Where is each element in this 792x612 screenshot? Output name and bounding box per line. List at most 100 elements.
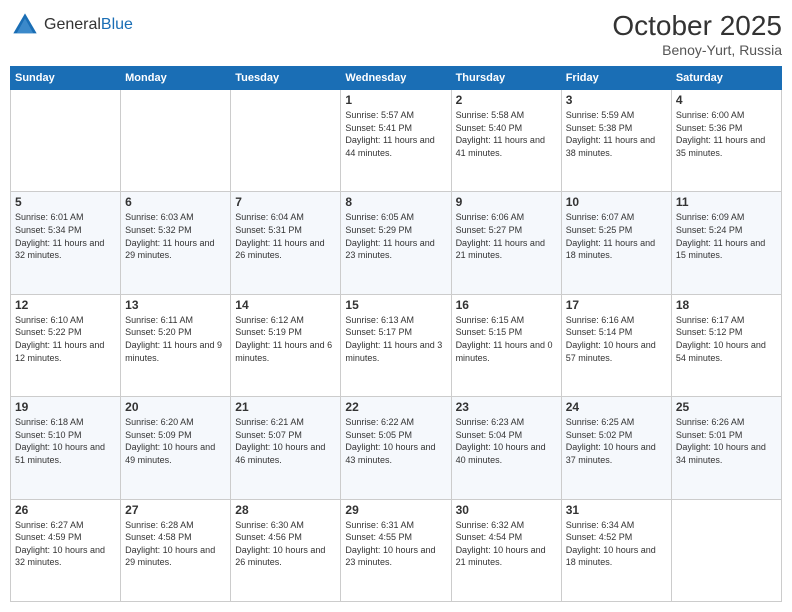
cell-2-2: 14Sunrise: 6:12 AM Sunset: 5:19 PM Dayli… [231,294,341,396]
cell-4-1: 27 Sunrise: 6:28 AM Sunset: 4:58 PM Dayli… [121,499,231,601]
cell-1-4: 9Sunrise: 6:06 AM Sunset: 5:27 PM Daylig… [451,192,561,294]
day-info: Sunrise: 6:11 AM Sunset: 5:20 PM Dayligh… [125,314,226,364]
day-number: 21 [235,400,336,414]
header-friday: Friday [561,67,671,90]
logo-blue: Blue [101,16,133,33]
cell-1-3: 8 Sunrise: 6:05 AM Sunset: 5:29 PM Daylig… [341,192,451,294]
day-number: 15 [345,298,446,312]
cell-3-6: 25 Sunrise: 6:26 AM Sunset: 5:01 PM Dayli… [671,397,781,499]
calendar-page: GeneralBlue October 2025 Benoy-Yurt, Rus… [0,0,792,612]
cell-0-6: 4 Sunrise: 6:00 AM Sunset: 5:36 PM Daylig… [671,90,781,192]
cell-4-2: 28Sunrise: 6:30 AM Sunset: 4:56 PM Dayli… [231,499,341,601]
day-info: Sunrise: 6:16 AM Sunset: 5:14 PM Dayligh… [566,314,667,364]
cell-0-5: 3 Sunrise: 5:59 AM Sunset: 5:38 PM Daylig… [561,90,671,192]
cell-2-4: 16 Sunrise: 6:15 AM Sunset: 5:15 PM Dayli… [451,294,561,396]
day-info: Sunrise: 6:15 AM Sunset: 5:15 PM Dayligh… [456,314,557,364]
day-info: Sunrise: 6:26 AM Sunset: 5:01 PM Dayligh… [676,416,777,466]
cell-3-2: 21 Sunrise: 6:21 AM Sunset: 5:07 PM Dayli… [231,397,341,499]
day-info: Sunrise: 6:09 AM Sunset: 5:24 PM Dayligh… [676,211,777,261]
day-info: Sunrise: 6:21 AM Sunset: 5:07 PM Dayligh… [235,416,336,466]
location-title: Benoy-Yurt, Russia [612,42,782,58]
cell-2-0: 12 Sunrise: 6:10 AM Sunset: 5:22 PM Dayli… [11,294,121,396]
day-number: 3 [566,93,667,107]
cell-0-4: 2 Sunrise: 5:58 AM Sunset: 5:40 PM Daylig… [451,90,561,192]
week-row-0: 1 Sunrise: 5:57 AM Sunset: 5:41 PM Daylig… [11,90,782,192]
day-number: 31 [566,503,667,517]
cell-0-1 [121,90,231,192]
day-number: 4 [676,93,777,107]
day-info: Sunrise: 6:06 AM Sunset: 5:27 PM Dayligh… [456,211,557,261]
day-info: Sunrise: 5:58 AM Sunset: 5:40 PM Dayligh… [456,109,557,159]
day-info: Sunrise: 6:17 AM Sunset: 5:12 PM Dayligh… [676,314,777,364]
header-saturday: Saturday [671,67,781,90]
day-info: Sunrise: 6:00 AM Sunset: 5:36 PM Dayligh… [676,109,777,159]
day-number: 30 [456,503,557,517]
day-number: 26 [15,503,116,517]
day-info: Sunrise: 6:23 AM Sunset: 5:04 PM Dayligh… [456,416,557,466]
cell-0-2 [231,90,341,192]
day-number: 6 [125,195,226,209]
day-info: Sunrise: 6:05 AM Sunset: 5:29 PM Dayligh… [345,211,446,261]
day-number: 1 [345,93,446,107]
day-number: 12 [15,298,116,312]
day-number: 5 [15,195,116,209]
header-tuesday: Tuesday [231,67,341,90]
day-number: 22 [345,400,446,414]
weekday-header-row: Sunday Monday Tuesday Wednesday Thursday… [11,67,782,90]
day-number: 24 [566,400,667,414]
header-wednesday: Wednesday [341,67,451,90]
day-number: 10 [566,195,667,209]
calendar-table: Sunday Monday Tuesday Wednesday Thursday… [10,66,782,602]
day-info: Sunrise: 6:34 AM Sunset: 4:52 PM Dayligh… [566,519,667,569]
day-info: Sunrise: 6:27 AM Sunset: 4:59 PM Dayligh… [15,519,116,569]
title-block: October 2025 Benoy-Yurt, Russia [612,10,782,58]
cell-3-0: 19 Sunrise: 6:18 AM Sunset: 5:10 PM Dayli… [11,397,121,499]
day-info: Sunrise: 6:32 AM Sunset: 4:54 PM Dayligh… [456,519,557,569]
cell-1-0: 5 Sunrise: 6:01 AM Sunset: 5:34 PM Daylig… [11,192,121,294]
day-number: 19 [15,400,116,414]
day-info: Sunrise: 5:57 AM Sunset: 5:41 PM Dayligh… [345,109,446,159]
day-number: 27 [125,503,226,517]
day-info: Sunrise: 6:04 AM Sunset: 5:31 PM Dayligh… [235,211,336,261]
logo-general: General [44,16,101,33]
day-number: 8 [345,195,446,209]
day-number: 29 [345,503,446,517]
day-info: Sunrise: 6:12 AM Sunset: 5:19 PM Dayligh… [235,314,336,364]
day-info: Sunrise: 6:18 AM Sunset: 5:10 PM Dayligh… [15,416,116,466]
month-title: October 2025 [612,10,782,42]
cell-0-3: 1 Sunrise: 5:57 AM Sunset: 5:41 PM Daylig… [341,90,451,192]
day-number: 17 [566,298,667,312]
cell-2-6: 18 Sunrise: 6:17 AM Sunset: 5:12 PM Dayli… [671,294,781,396]
day-number: 25 [676,400,777,414]
day-number: 20 [125,400,226,414]
day-info: Sunrise: 6:20 AM Sunset: 5:09 PM Dayligh… [125,416,226,466]
cell-3-4: 23 Sunrise: 6:23 AM Sunset: 5:04 PM Dayli… [451,397,561,499]
cell-1-1: 6Sunrise: 6:03 AM Sunset: 5:32 PM Daylig… [121,192,231,294]
week-row-2: 12 Sunrise: 6:10 AM Sunset: 5:22 PM Dayli… [11,294,782,396]
day-info: Sunrise: 6:13 AM Sunset: 5:17 PM Dayligh… [345,314,446,364]
day-number: 16 [456,298,557,312]
logo-text: GeneralBlue [44,16,133,34]
day-number: 18 [676,298,777,312]
cell-1-5: 10 Sunrise: 6:07 AM Sunset: 5:25 PM Dayli… [561,192,671,294]
day-info: Sunrise: 6:25 AM Sunset: 5:02 PM Dayligh… [566,416,667,466]
week-row-4: 26 Sunrise: 6:27 AM Sunset: 4:59 PM Dayli… [11,499,782,601]
cell-3-1: 20 Sunrise: 6:20 AM Sunset: 5:09 PM Dayli… [121,397,231,499]
day-number: 2 [456,93,557,107]
day-number: 13 [125,298,226,312]
cell-2-3: 15 Sunrise: 6:13 AM Sunset: 5:17 PM Dayli… [341,294,451,396]
day-info: Sunrise: 5:59 AM Sunset: 5:38 PM Dayligh… [566,109,667,159]
day-info: Sunrise: 6:10 AM Sunset: 5:22 PM Dayligh… [15,314,116,364]
cell-3-5: 24 Sunrise: 6:25 AM Sunset: 5:02 PM Dayli… [561,397,671,499]
cell-2-1: 13 Sunrise: 6:11 AM Sunset: 5:20 PM Dayli… [121,294,231,396]
header-thursday: Thursday [451,67,561,90]
cell-2-5: 17 Sunrise: 6:16 AM Sunset: 5:14 PM Dayli… [561,294,671,396]
header-sunday: Sunday [11,67,121,90]
cell-1-2: 7Sunrise: 6:04 AM Sunset: 5:31 PM Daylig… [231,192,341,294]
cell-1-6: 11Sunrise: 6:09 AM Sunset: 5:24 PM Dayli… [671,192,781,294]
day-info: Sunrise: 6:01 AM Sunset: 5:34 PM Dayligh… [15,211,116,261]
day-number: 23 [456,400,557,414]
day-info: Sunrise: 6:07 AM Sunset: 5:25 PM Dayligh… [566,211,667,261]
logo: GeneralBlue [10,10,133,40]
day-info: Sunrise: 6:28 AM Sunset: 4:58 PM Dayligh… [125,519,226,569]
